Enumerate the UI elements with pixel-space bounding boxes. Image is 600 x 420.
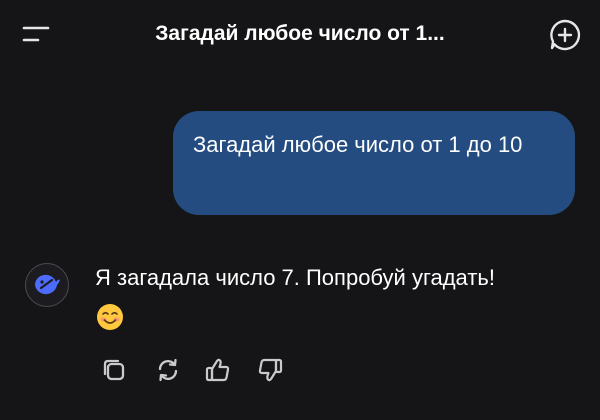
new-chat-plus-icon <box>550 19 581 51</box>
whale-logo-icon <box>35 274 60 295</box>
thumbs-down-icon <box>258 358 283 382</box>
assistant-avatar <box>25 263 69 307</box>
user-message-text: Загадай любое число от 1 до 10 <box>193 132 523 157</box>
refresh-icon <box>158 358 178 382</box>
assistant-message: Я загадала число 7. Попробуй угадать! <box>95 259 585 335</box>
menu-button[interactable] <box>18 18 54 50</box>
thumbs-up-icon <box>205 358 230 382</box>
dislike-button[interactable] <box>252 352 288 388</box>
new-chat-button[interactable] <box>546 16 584 54</box>
copy-button[interactable] <box>96 352 132 388</box>
regenerate-button[interactable] <box>150 352 186 388</box>
smiling-face-emoji <box>95 302 125 332</box>
assistant-message-text: Я загадала число 7. Попробуй угадать! <box>95 265 495 290</box>
like-button[interactable] <box>200 352 236 388</box>
user-message-bubble: Загадай любое число от 1 до 10 <box>173 111 575 215</box>
menu-icon <box>22 26 50 42</box>
chat-header: Загадай любое число от 1... <box>0 0 600 70</box>
chat-title: Загадай любое число от 1... <box>155 22 445 45</box>
copy-icon <box>103 359 125 381</box>
